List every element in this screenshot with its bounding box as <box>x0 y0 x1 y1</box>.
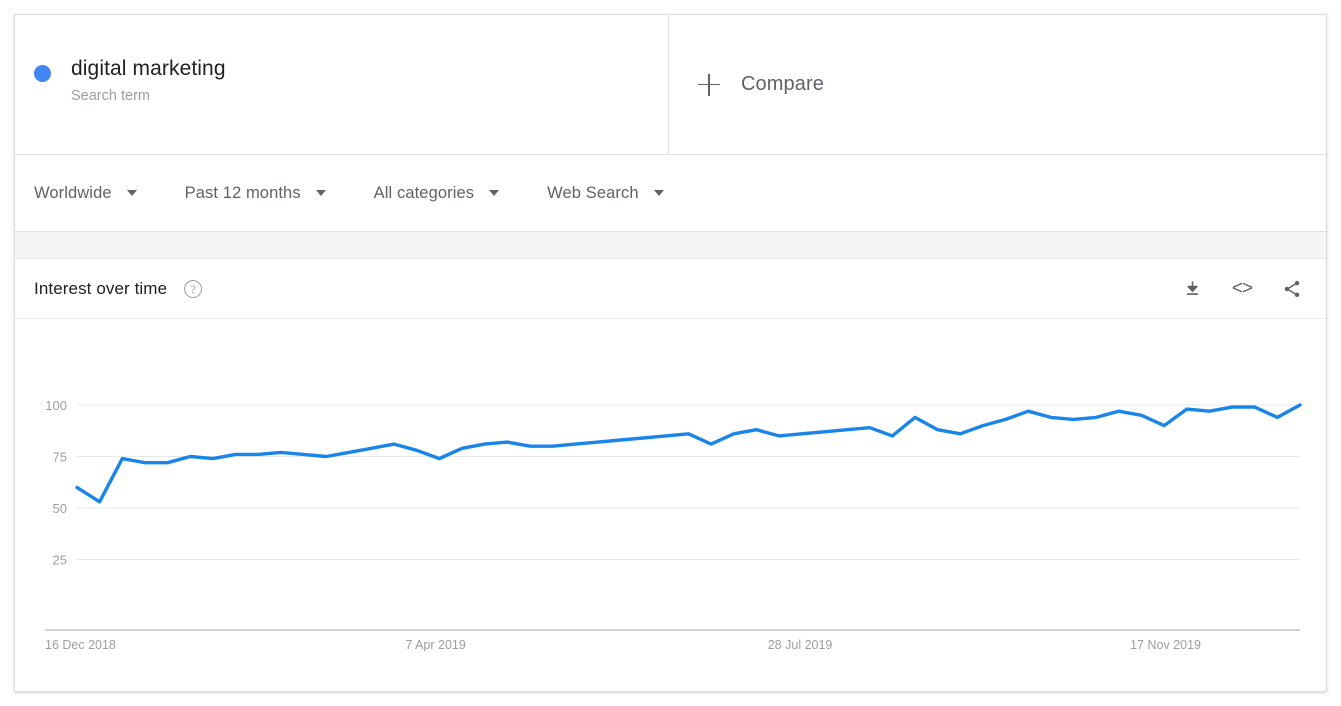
section-separator <box>15 232 1326 259</box>
download-icon[interactable] <box>1180 277 1204 301</box>
search-term-row: digital marketing Search term Compare <box>15 15 1326 155</box>
chevron-down-icon <box>489 190 500 196</box>
help-circle-icon[interactable]: ? <box>184 279 203 298</box>
x-axis-tick: 7 Apr 2019 <box>405 638 466 652</box>
filter-search-type[interactable]: Web Search <box>547 184 664 203</box>
filter-category-label: All categories <box>373 183 475 202</box>
search-term-label: digital marketing <box>71 57 226 80</box>
y-axis-tick: 25 <box>53 553 67 568</box>
filter-location-label: Worldwide <box>34 183 112 202</box>
embed-code-label: <> <box>1231 277 1253 299</box>
share-icon[interactable] <box>1280 277 1304 301</box>
search-term-text: digital marketing Search term <box>71 56 226 105</box>
compare-button[interactable]: Compare <box>669 15 1326 154</box>
plus-icon <box>698 73 720 96</box>
panel-actions: <> <box>1180 277 1304 301</box>
chart-plot-area[interactable]: 100 75 50 25 16 Dec 2018 7 Apr 2019 28 Jul 20… <box>15 319 1326 690</box>
y-axis-tick: 50 <box>53 501 67 516</box>
filter-time-range[interactable]: Past 12 months <box>185 184 326 203</box>
filter-bar: Worldwide Past 12 months All categories … <box>15 155 1326 232</box>
compare-label: Compare <box>741 73 824 95</box>
filter-search-type-label: Web Search <box>547 183 639 202</box>
y-axis-tick: 100 <box>45 398 67 413</box>
y-axis-tick: 75 <box>53 450 67 465</box>
x-axis-tick: 28 Jul 2019 <box>768 638 833 652</box>
embed-code-icon[interactable]: <> <box>1230 277 1254 301</box>
x-axis-tick: 17 Nov 2019 <box>1130 638 1201 652</box>
series-color-dot <box>34 65 51 82</box>
search-term-type: Search term <box>71 88 150 104</box>
filter-category[interactable]: All categories <box>373 183 500 203</box>
x-axis-tick: 16 Dec 2018 <box>45 638 116 652</box>
google-trends-screen: digital marketing Search term Compare Wo… <box>0 0 1341 706</box>
trend-line-series <box>75 403 1302 504</box>
grid-lines <box>77 404 1300 560</box>
filter-location[interactable]: Worldwide <box>34 184 137 203</box>
search-term-cell[interactable]: digital marketing Search term <box>15 15 669 154</box>
interest-line-chart: 100 75 50 25 16 Dec 2018 7 Apr 2019 28 Jul 20… <box>45 398 1302 652</box>
panel-title: Interest over time <box>34 278 168 298</box>
panel-header: Interest over time ? <> <box>15 259 1326 319</box>
filter-time-range-label: Past 12 months <box>184 183 301 202</box>
chevron-down-icon <box>653 190 664 196</box>
chevron-down-icon <box>126 190 137 196</box>
trends-card: digital marketing Search term Compare Wo… <box>14 14 1327 692</box>
y-axis-labels: 100 75 50 25 <box>45 398 67 568</box>
chevron-down-icon <box>315 190 326 196</box>
x-axis-labels: 16 Dec 2018 7 Apr 2019 28 Jul 2019 17 Nov 2… <box>45 638 1201 652</box>
interest-over-time-panel: Interest over time ? <> 100 75 50 25 16 … <box>15 259 1326 691</box>
